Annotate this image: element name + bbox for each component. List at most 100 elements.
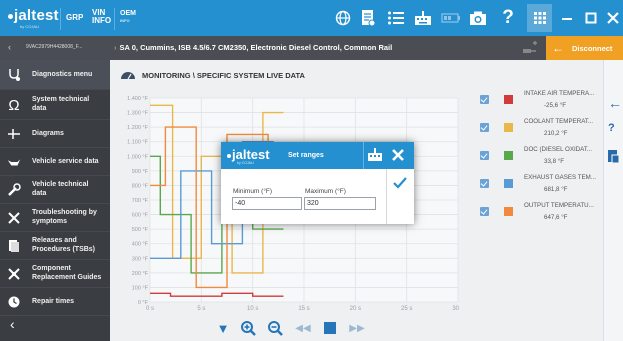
sidebar-item-system-technical-data[interactable]: Ω System technical data	[0, 90, 110, 120]
range-help-icon[interactable]: ?	[608, 122, 615, 134]
series-checkbox[interactable]	[480, 151, 489, 160]
collapse-sidebar-icon[interactable]: ‹	[10, 316, 15, 332]
close-icon[interactable]	[388, 145, 408, 165]
zoom-out-icon[interactable]	[265, 318, 285, 338]
document-icon[interactable]	[608, 150, 620, 166]
zoom-in-icon[interactable]	[238, 318, 258, 338]
y-tick-label: 600 °F	[132, 213, 149, 219]
right-toolbar: ← ?	[603, 60, 623, 341]
books-icon	[7, 239, 21, 253]
maximize-icon[interactable]	[579, 6, 603, 30]
series-color-swatch[interactable]	[504, 123, 513, 132]
confirm-check-icon[interactable]	[393, 176, 407, 194]
series-checkbox[interactable]	[480, 207, 489, 216]
sidebar-item-vehicle-service-data[interactable]: Vehicle service data	[0, 148, 110, 176]
series-color-swatch[interactable]	[504, 207, 513, 216]
legend-row: EXHAUST GASES TEM... 681,8 °F	[480, 174, 604, 200]
divider	[363, 142, 364, 169]
sidebar-item-label: Component Replacement Guides	[32, 265, 102, 281]
stop-icon[interactable]	[320, 318, 340, 338]
sidebar-item-component-replacement[interactable]: Component Replacement Guides	[0, 260, 110, 288]
sidebar-item-diagrams[interactable]: Diagrams	[0, 120, 110, 148]
sidebar-item-label: Diagrams	[32, 130, 64, 137]
sidebar-item-label: Releases and Procedures (TSBs)	[32, 237, 96, 253]
series-color-swatch[interactable]	[504, 179, 513, 188]
minimize-icon[interactable]	[555, 6, 579, 30]
sidebar-item-releases-procedures[interactable]: Releases and Procedures (TSBs)	[0, 232, 110, 260]
series-value: 210,2 °F	[544, 130, 568, 137]
grp-button[interactable]: GRP	[66, 13, 83, 22]
camera-icon[interactable]	[467, 7, 489, 29]
sidebar-item-troubleshooting[interactable]: Troubleshooting by symptoms	[0, 204, 110, 232]
oem-info-button[interactable]: OEM INFO	[120, 10, 136, 24]
y-tick-label: 1.100 °F	[127, 140, 148, 146]
chevron-down-icon[interactable]: ▼	[213, 318, 233, 338]
vehicle-breadcrumb: › SA 0, Cummins, ISB 4.5/6.7 CM2350, Elec…	[114, 43, 392, 52]
minimum-input[interactable]	[232, 197, 302, 210]
y-tick-label: 100 °F	[132, 285, 149, 291]
component-tools-icon	[7, 267, 21, 281]
disconnect-button[interactable]: ← Disconnect	[546, 36, 623, 60]
clock-gear-icon	[7, 295, 21, 309]
page-title: MONITORING \ SPECIFIC SYSTEM LIVE DATA	[120, 70, 305, 80]
y-tick-label: 400 °F	[132, 242, 149, 248]
series-name: OUTPUT TEMPERATU...	[524, 202, 594, 209]
divider	[114, 8, 115, 30]
divider	[60, 8, 61, 30]
series-color-swatch[interactable]	[504, 151, 513, 160]
brand-logo: jaltest	[8, 7, 59, 24]
legend-row: COOLANT TEMPERAT... 210,2 °F	[480, 118, 604, 144]
y-tick-label: 500 °F	[132, 227, 149, 233]
dialog-brand-logo: jaltest	[227, 147, 270, 162]
oem-info-label: INFO	[120, 18, 130, 23]
globe-icon[interactable]	[332, 7, 354, 29]
dialog-brand-sub: by COJALI	[237, 161, 254, 165]
x-tick-label: 25 s	[401, 306, 412, 312]
keyboard-icon[interactable]	[412, 7, 434, 29]
series-color-swatch[interactable]	[504, 95, 513, 104]
y-tick-label: 300 °F	[132, 256, 149, 262]
y-tick-label: 1.400 °F	[127, 96, 148, 102]
keyboard-icon[interactable]	[367, 148, 383, 167]
close-icon[interactable]	[601, 6, 623, 30]
help-icon[interactable]: ?	[497, 7, 519, 29]
series-value: 647,6 °F	[544, 214, 568, 221]
rewind-icon[interactable]: ◀◀	[293, 318, 313, 338]
series-name: EXHAUST GASES TEM...	[524, 174, 596, 181]
top-bar: jaltest by COJALI GRP VIN INFO OEM INFO …	[0, 0, 623, 36]
sidebar-item-label: Repair times	[32, 298, 75, 305]
series-name: DOC (DIESEL OXIDAT...	[524, 146, 593, 153]
oil-can-icon	[7, 155, 21, 169]
disconnect-label: Disconnect	[572, 43, 613, 53]
maximum-label: Maximum (°F)	[305, 188, 346, 195]
dialog-header: jaltest by COJALI Set ranges	[221, 142, 414, 169]
series-checkbox[interactable]	[480, 123, 489, 132]
omega-icon: Ω	[8, 96, 20, 114]
list-icon[interactable]	[385, 7, 407, 29]
vin-info-button[interactable]: VIN INFO	[92, 9, 111, 25]
sidebar-item-repair-times[interactable]: Repair times	[0, 288, 110, 316]
y-tick-label: 800 °F	[132, 183, 149, 189]
sidebar-item-label: Vehicle service data	[32, 158, 99, 165]
y-tick-label: 1.300 °F	[127, 111, 148, 117]
divider	[386, 169, 387, 224]
grid-icon[interactable]	[527, 4, 552, 32]
x-tick-label: 20 s	[350, 306, 361, 312]
fast-forward-icon[interactable]: ▶▶	[347, 318, 367, 338]
arrow-left-icon[interactable]: ←	[608, 95, 622, 111]
oem-label: OEM	[120, 10, 136, 17]
series-checkbox[interactable]	[480, 179, 489, 188]
maximum-input[interactable]	[304, 197, 376, 210]
x-tick-label: 30 s	[452, 306, 460, 312]
sidebar-item-label: Diagnostics menu	[32, 71, 93, 78]
series-value: 681,8 °F	[544, 186, 568, 193]
vin-info-label: INFO	[92, 16, 112, 25]
sidebar-item-diagnostics-menu[interactable]: Diagnostics menu	[0, 60, 110, 90]
chevron-left-icon[interactable]: ‹	[8, 42, 11, 52]
vehicle-description: SA 0, Cummins, ISB 4.5/6.7 CM2350, Elect…	[119, 43, 393, 52]
battery-icon[interactable]	[440, 7, 462, 29]
series-checkbox[interactable]	[480, 95, 489, 104]
sidebar-item-vehicle-technical-data[interactable]: Vehicle technical data	[0, 176, 110, 204]
document-icon[interactable]	[357, 7, 379, 29]
page-title-text: MONITORING \ SPECIFIC SYSTEM LIVE DATA	[142, 70, 305, 80]
